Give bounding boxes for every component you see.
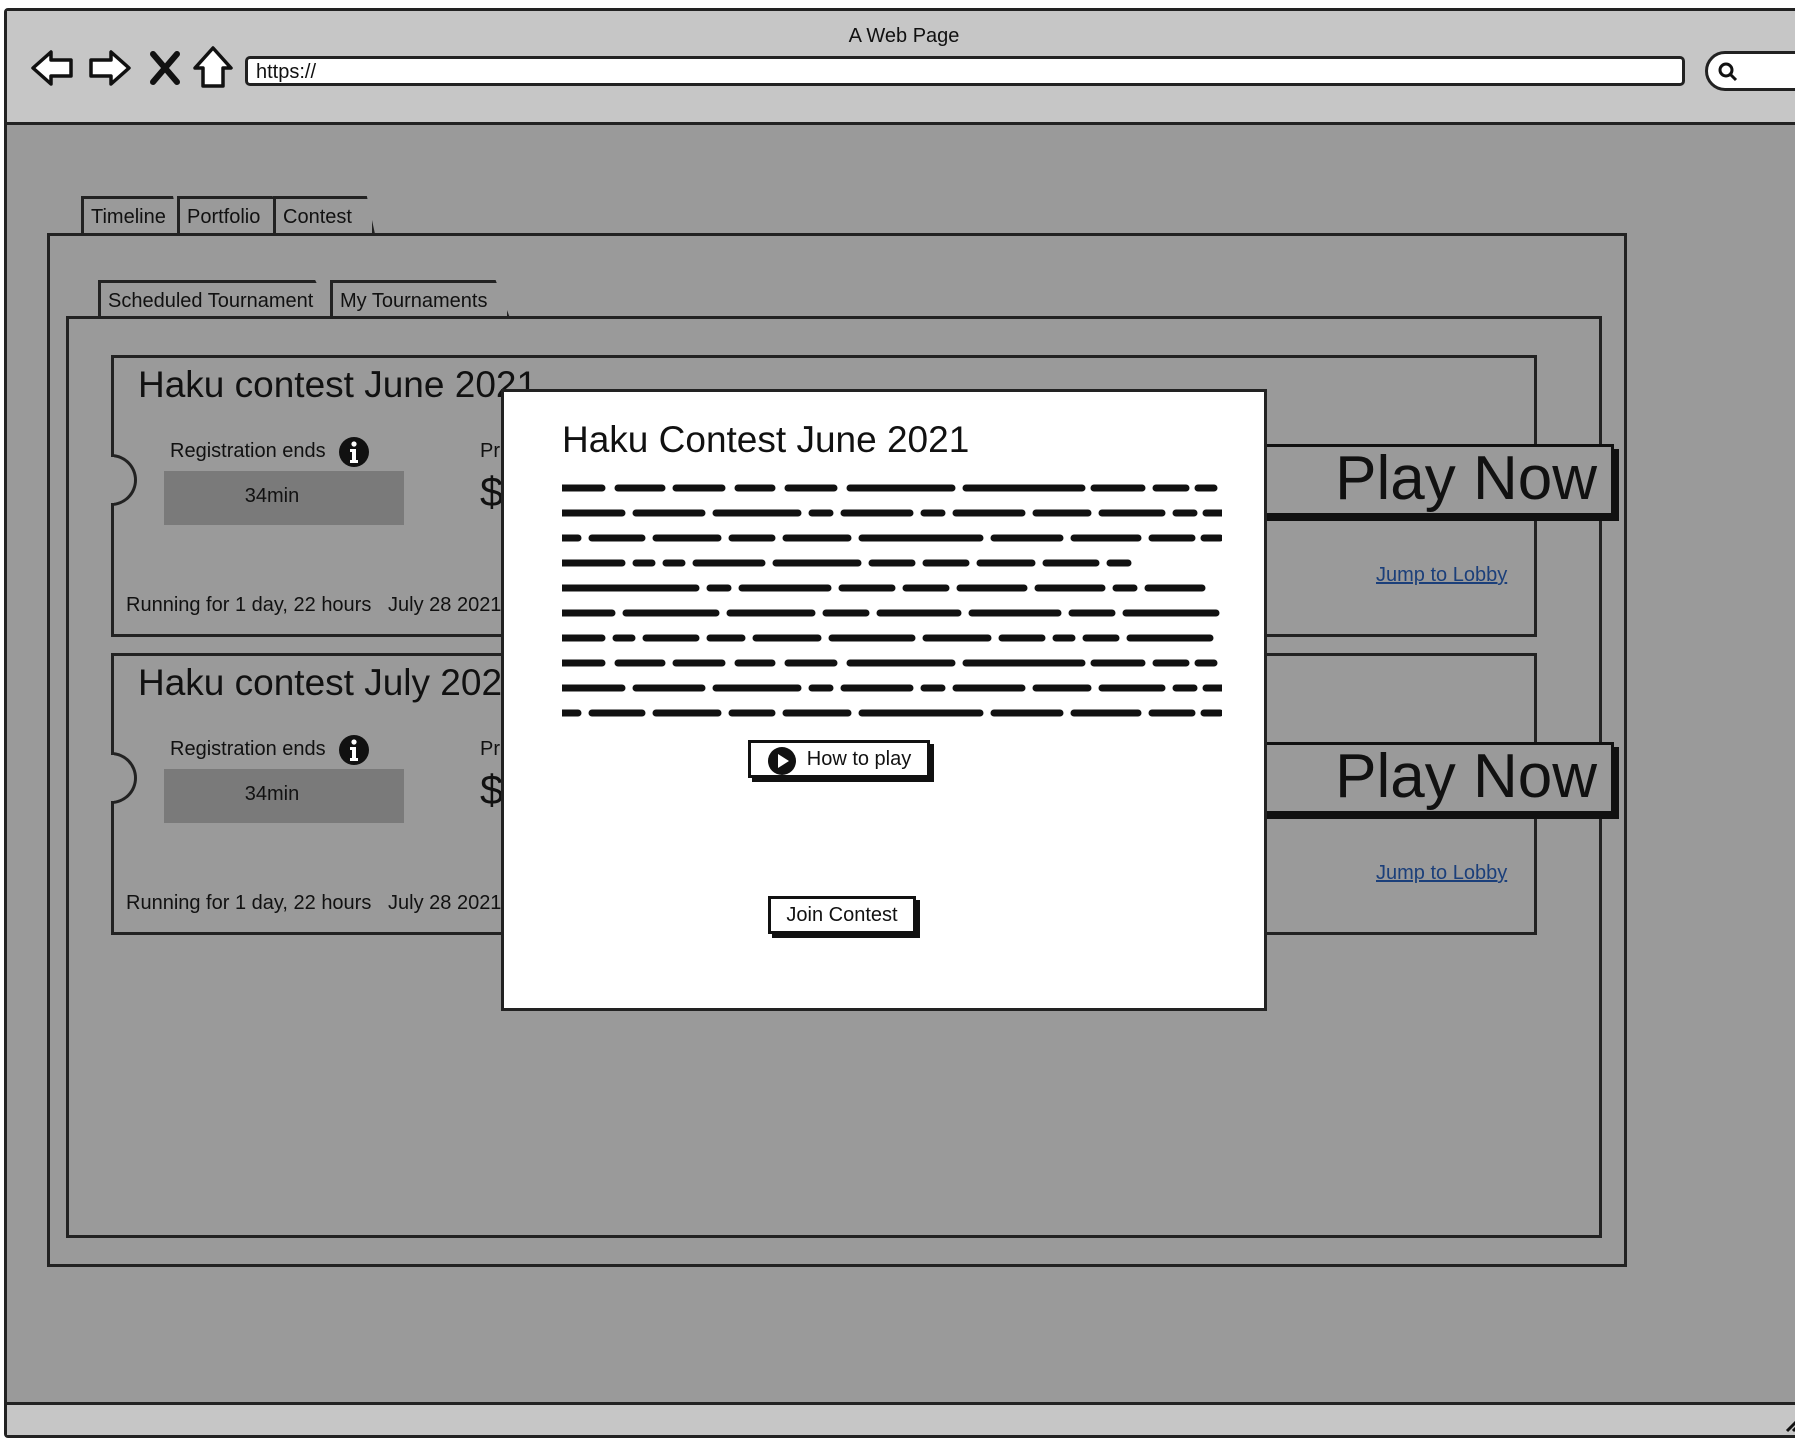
card-date: July 28 2021 (388, 594, 502, 616)
browser-window: A Web Page https:// Timeline Portfolio C… (4, 8, 1795, 1438)
ticket-notch (111, 752, 137, 804)
info-icon[interactable] (338, 734, 370, 766)
play-icon (768, 747, 796, 775)
play-now-button[interactable]: Play Now (1214, 444, 1614, 516)
placeholder-text-scribble (562, 484, 1222, 717)
search-input[interactable] (1705, 51, 1795, 91)
tab-portfolio[interactable]: Portfolio (177, 196, 281, 234)
back-arrow-icon[interactable] (29, 44, 77, 92)
tab-my-tournaments[interactable]: My Tournaments (330, 280, 510, 318)
tab-contest[interactable]: Contest (273, 196, 375, 234)
registration-time: 34min (164, 769, 404, 823)
close-icon[interactable] (147, 44, 183, 92)
running-status: Running for 1 day, 22 hours July 28 2021 (126, 892, 501, 915)
how-to-play-label: How to play (806, 748, 912, 770)
running-status: Running for 1 day, 22 hours July 28 2021 (126, 594, 501, 617)
registration-label: Registration ends (170, 440, 326, 462)
running-text: Running for 1 day, 22 hours (126, 594, 372, 616)
modal-title: Haku Contest June 2021 (562, 419, 970, 460)
home-icon[interactable] (189, 44, 237, 92)
registration-label: Registration ends (170, 738, 326, 760)
jump-to-lobby-link[interactable]: Jump to Lobby (1376, 564, 1507, 587)
contest-modal: Haku Contest June 2021 How to play Join … (501, 389, 1267, 1011)
play-now-button[interactable]: Play Now (1214, 742, 1614, 814)
resize-grip-icon[interactable] (1783, 1413, 1795, 1433)
card-title: Haku contest June 2021 (138, 364, 538, 405)
registration-time: 34min (164, 471, 404, 525)
prize-value: $ (480, 766, 504, 813)
running-text: Running for 1 day, 22 hours (126, 892, 372, 914)
how-to-play-button[interactable]: How to play (748, 740, 930, 778)
prize-value: $ (480, 468, 504, 515)
window-title: A Web Page (848, 25, 960, 47)
card-date: July 28 2021 (388, 892, 502, 914)
status-bar (7, 1402, 1795, 1435)
browser-chrome: A Web Page https:// (7, 11, 1795, 125)
tab-timeline[interactable]: Timeline (81, 196, 181, 234)
url-input[interactable]: https:// (245, 56, 1685, 86)
ticket-notch (111, 454, 137, 506)
info-icon[interactable] (338, 436, 370, 468)
join-contest-button[interactable]: Join Contest (768, 896, 916, 934)
tab-scheduled-tournament[interactable]: Scheduled Tournament (98, 280, 334, 318)
search-icon (1718, 62, 1738, 82)
forward-arrow-icon[interactable] (85, 44, 133, 92)
jump-to-lobby-link[interactable]: Jump to Lobby (1376, 862, 1507, 885)
card-title: Haku contest July 2021 (138, 662, 523, 703)
